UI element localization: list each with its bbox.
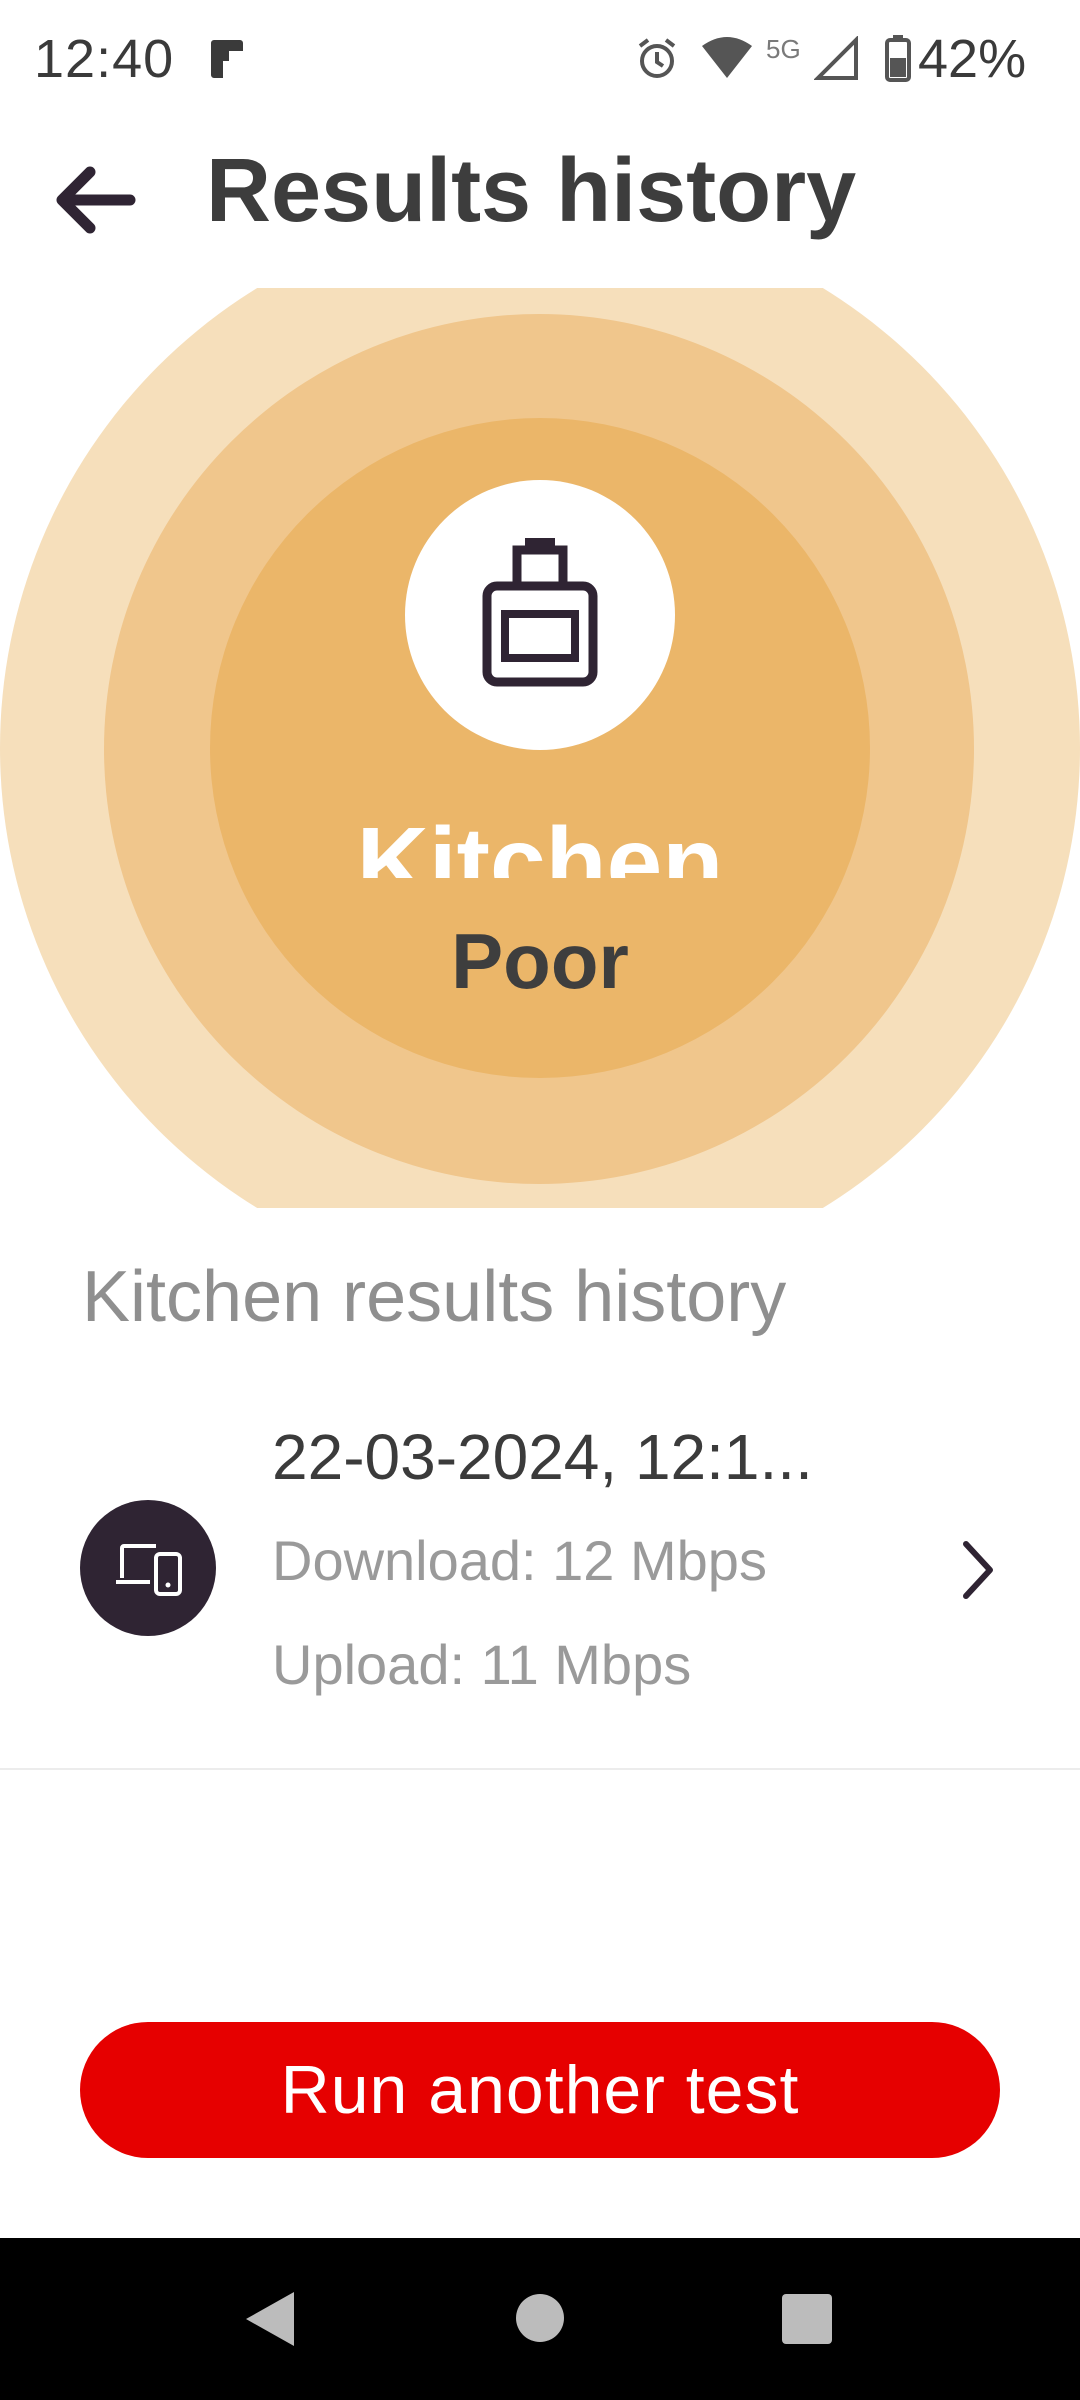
back-arrow-icon[interactable] [50,160,140,240]
status-bar: 12:40 5G 42% [0,0,1080,118]
run-another-test-button[interactable]: Run another test [80,2022,1000,2158]
app-notification-icon [211,40,243,78]
system-navigation-bar [0,2238,1080,2400]
battery-icon [885,35,911,82]
alarm-icon [638,38,676,78]
history-section-title: Kitchen results history [82,1257,787,1337]
history-item-date: 22-03-2024, 12:1... [272,1421,813,1493]
oven-icon [482,538,598,687]
network-type-label: 5G [766,34,801,64]
connection-quality: Poor [451,917,629,1005]
room-quality-hero: Kitchen Poor [0,288,1080,1208]
nav-home-icon[interactable] [516,2294,564,2342]
history-item-upload: Upload: 11 Mbps [272,1633,692,1696]
history-list-item[interactable]: 22-03-2024, 12:1... Download: 12 Mbps Up… [0,1400,1080,1770]
battery-percentage: 42% [918,29,1027,89]
signal-icon [814,36,858,80]
chevron-right-icon[interactable] [956,1538,1000,1602]
status-time: 12:40 [34,29,175,89]
nav-recents-icon[interactable] [782,2294,832,2344]
devices-icon [116,1544,182,1596]
device-avatar [80,1500,216,1636]
nav-back-icon[interactable] [244,2290,296,2348]
room-name: Kitchen [356,807,724,878]
page-title: Results history [206,141,857,241]
history-item-download: Download: 12 Mbps [272,1529,767,1592]
wifi-icon [702,37,752,78]
